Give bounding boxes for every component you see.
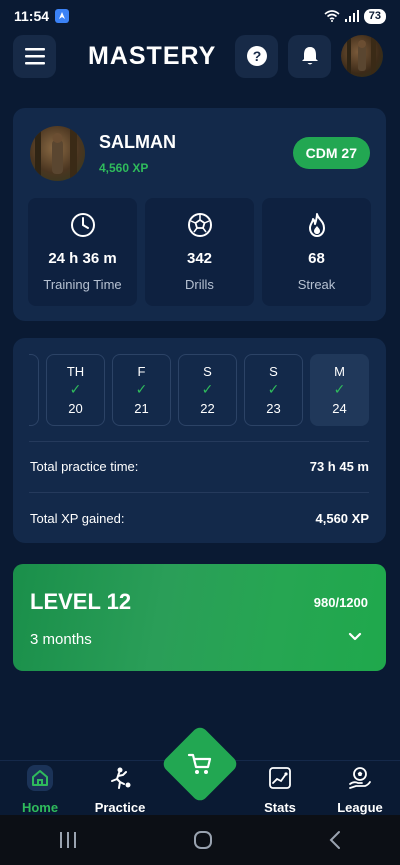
- week-days-row[interactable]: TH ✓ 20 F ✓ 21 S ✓ 22 S ✓ 23 M ✓ 24: [29, 354, 370, 426]
- day-letter: M: [334, 364, 345, 379]
- nav-label: League: [337, 800, 383, 815]
- summary-label: Total XP gained:: [30, 511, 125, 526]
- day-number: 22: [200, 401, 215, 416]
- app-header: MASTERY ?: [13, 33, 383, 79]
- system-navigation-bar: [0, 815, 400, 865]
- profile-name: SALMAN: [99, 131, 176, 152]
- page-title: MASTERY: [88, 41, 217, 70]
- check-icon: ✓: [333, 381, 346, 397]
- day-number: 24: [332, 401, 347, 416]
- profile-xp: 4,560 XP: [99, 160, 149, 175]
- chevron-down-icon[interactable]: [348, 632, 362, 642]
- day-letter: F: [137, 364, 146, 379]
- wifi-icon: [324, 10, 340, 22]
- level-card[interactable]: LEVEL 12 980/1200 3 months: [13, 564, 386, 671]
- help-button[interactable]: ?: [235, 34, 278, 78]
- week-summary-card: TH ✓ 20 F ✓ 21 S ✓ 22 S ✓ 23 M ✓ 24 Tota…: [13, 338, 386, 543]
- nav-label: Home: [21, 800, 59, 815]
- stat-label: Training Time: [43, 277, 122, 292]
- soccer-ball-icon: [187, 213, 212, 237]
- summary-practice-time: Total practice time: 73 h 45 m: [30, 459, 369, 474]
- level-duration: 3 months: [30, 631, 92, 648]
- stat-label: Streak: [297, 277, 336, 292]
- clock-icon: [70, 213, 95, 237]
- day-item[interactable]: TH ✓ 20: [46, 354, 105, 426]
- stats-icon: [269, 767, 291, 789]
- day-letter: S: [269, 364, 278, 379]
- home-icon: [32, 770, 48, 786]
- stat-training-time[interactable]: 24 h 36 m Training Time: [28, 198, 137, 306]
- check-icon: ✓: [201, 381, 214, 397]
- stat-label: Drills: [185, 277, 214, 292]
- status-time: 11:54: [14, 8, 50, 24]
- day-number: 21: [134, 401, 149, 416]
- help-icon: ?: [246, 46, 267, 66]
- profile-card: SALMAN 4,560 XP CDM 27 24 h 36 m Trainin…: [13, 108, 386, 321]
- check-icon: ✓: [135, 381, 148, 397]
- nav-label: Stats: [264, 800, 296, 815]
- nav-item-practice[interactable]: Practice: [80, 761, 160, 815]
- user-avatar[interactable]: [341, 35, 383, 77]
- home-button-icon[interactable]: [193, 830, 213, 850]
- level-progress: 980/1200: [313, 595, 368, 610]
- signal-icon: [344, 10, 359, 22]
- status-bar: 11:54 73: [0, 0, 400, 32]
- stats-row: 24 h 36 m Training Time 342 Drills 68 St…: [28, 198, 371, 306]
- day-item-selected[interactable]: M ✓ 24: [310, 354, 369, 426]
- stat-drills[interactable]: 342 Drills: [145, 198, 254, 306]
- summary-xp-gained: Total XP gained: 4,560 XP: [30, 511, 369, 526]
- back-icon[interactable]: [328, 830, 342, 850]
- stat-value: 24 h 36 m: [48, 250, 117, 267]
- day-item-previous[interactable]: [29, 354, 39, 426]
- nav-label: Practice: [94, 800, 146, 815]
- notification-app-icon: [55, 9, 70, 23]
- level-title: LEVEL 12: [30, 589, 132, 614]
- summary-value: 73 h 45 m: [309, 459, 369, 474]
- day-letter: S: [203, 364, 212, 379]
- day-item[interactable]: S ✓ 22: [178, 354, 237, 426]
- nav-item-league[interactable]: League: [320, 761, 400, 815]
- nav-item-stats[interactable]: Stats: [240, 761, 320, 815]
- day-number: 23: [266, 401, 281, 416]
- kick-icon: [111, 767, 131, 789]
- day-letter: TH: [66, 364, 85, 379]
- nav-item-home[interactable]: Home: [0, 761, 80, 815]
- divider: [29, 492, 369, 493]
- battery-indicator: 73: [363, 8, 386, 24]
- summary-value: 4,560 XP: [315, 511, 370, 526]
- stat-value: 68: [308, 250, 325, 267]
- position-badge[interactable]: CDM 27: [292, 137, 370, 169]
- divider: [29, 441, 369, 442]
- stat-value: 342: [186, 250, 213, 267]
- summary-label: Total practice time:: [30, 459, 139, 474]
- menu-button[interactable]: [13, 34, 56, 78]
- cart-icon[interactable]: [186, 750, 214, 778]
- bell-icon: [301, 47, 318, 65]
- day-item[interactable]: F ✓ 21: [112, 354, 171, 426]
- recent-apps-icon[interactable]: [58, 831, 78, 849]
- check-icon: ✓: [267, 381, 280, 397]
- profile-avatar: [30, 125, 85, 181]
- hamburger-icon: [24, 48, 45, 65]
- flame-icon: [308, 213, 325, 237]
- day-number: 20: [68, 401, 83, 416]
- notifications-button[interactable]: [288, 34, 331, 78]
- league-icon: [349, 767, 371, 789]
- svg-text:?: ?: [252, 48, 261, 64]
- stat-streak[interactable]: 68 Streak: [262, 198, 371, 306]
- check-icon: ✓: [69, 381, 82, 397]
- day-item[interactable]: S ✓ 23: [244, 354, 303, 426]
